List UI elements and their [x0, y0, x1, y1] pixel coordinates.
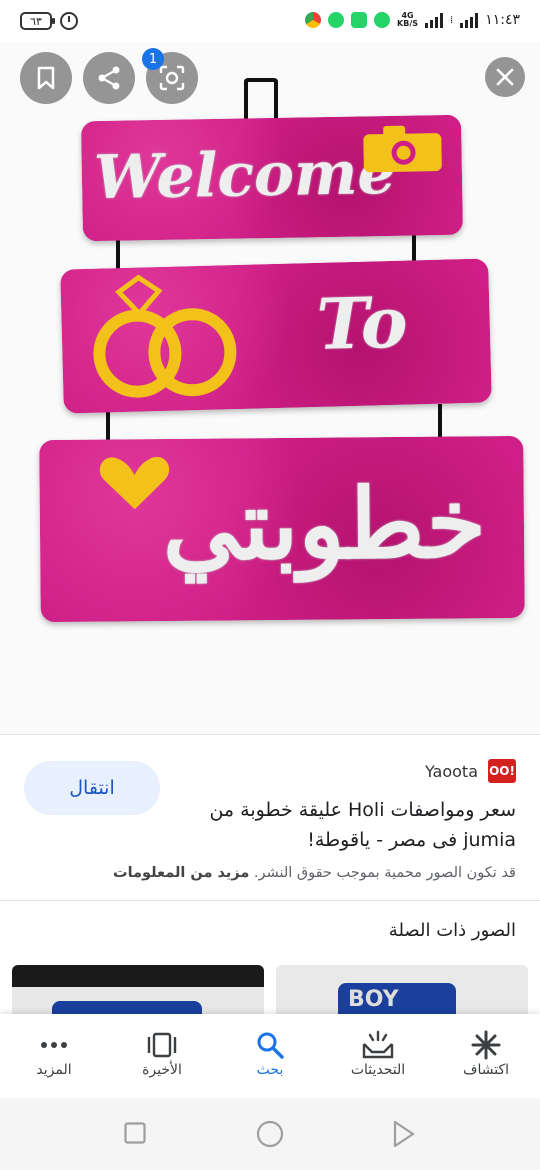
notification-badge: 1 — [142, 48, 164, 70]
nav-search[interactable]: بحث — [220, 1014, 320, 1098]
battery-level: ٦٣ — [30, 14, 42, 28]
clock: ١١:٤٣ — [485, 12, 520, 28]
engagement-board: خطوبتي — [39, 435, 525, 623]
discover-icon — [471, 1028, 501, 1062]
source-row[interactable]: Yaoota OO! — [425, 759, 516, 783]
share-button[interactable] — [83, 52, 135, 104]
share-icon — [98, 66, 120, 90]
network-speed: 4G KB/S — [397, 12, 418, 28]
copyright-text: قد تكون الصور محمية بموجب حقوق النشر. — [253, 865, 516, 881]
save-button[interactable] — [20, 52, 72, 104]
nav-more[interactable]: المزيد — [4, 1014, 104, 1098]
to-text: To — [315, 280, 409, 366]
heart-icon — [99, 457, 170, 510]
search-icon — [256, 1028, 284, 1062]
messages-icon — [351, 12, 368, 28]
recents-icon[interactable] — [124, 1122, 146, 1144]
back-icon[interactable] — [392, 1120, 416, 1148]
welcome-text: Welcome — [93, 137, 397, 214]
updates-icon — [362, 1028, 394, 1062]
close-button[interactable] — [485, 57, 525, 97]
to-board: To — [60, 258, 492, 414]
source-name: Yaoota — [424, 761, 478, 781]
close-icon — [496, 68, 514, 86]
result-title[interactable]: سعر ومواصفات Holi عليقة خطوبة من jumia ف… — [206, 795, 516, 855]
related-images-title: الصور ذات الصلة — [388, 920, 516, 941]
more-icon — [40, 1028, 68, 1062]
network-speed-unit: KB/S — [397, 19, 419, 28]
welcome-board: Welcome — [80, 114, 464, 242]
info-panel: Yaoota OO! انتقال سعر ومواصفات Holi عليق… — [0, 734, 540, 905]
chrome-icon — [305, 12, 322, 28]
recent-icon — [146, 1028, 178, 1062]
battery-icon: ٦٣ — [20, 12, 55, 30]
signal-icon — [425, 12, 444, 28]
signal-icon-2 — [460, 12, 479, 28]
status-bar: ٦٣ 4G KB/S ⁞ ١١:٤٣ — [0, 0, 540, 48]
nav-recent-label: الأخيرة — [142, 1062, 182, 1078]
whatsapp-icon — [328, 12, 345, 28]
bookmark-icon — [37, 66, 55, 90]
wifi-indicator-icon: ⁞ — [450, 14, 454, 26]
nav-updates-label: التحديثات — [350, 1062, 406, 1078]
nav-more-label: المزيد — [36, 1062, 72, 1078]
nav-discover-label: اكتشاف — [462, 1062, 510, 1078]
engagement-text: خطوبتي — [162, 466, 487, 583]
lens-icon — [159, 65, 185, 91]
copyright-note: قد تكون الصور محمية بموجب حقوق النشر. مز… — [16, 865, 516, 881]
nav-updates[interactable]: التحديثات — [328, 1014, 428, 1098]
source-logo: OO! — [488, 759, 516, 783]
home-icon[interactable] — [256, 1120, 284, 1148]
more-info-link[interactable]: مزيد من المعلومات — [113, 865, 249, 881]
divider — [0, 900, 540, 901]
bottom-navigation: المزيد الأخيرة بحث التحديثات اكتشاف — [0, 1014, 540, 1098]
rings-icon — [93, 274, 237, 398]
nav-discover[interactable]: اكتشاف — [436, 1014, 536, 1098]
nav-search-label: بحث — [256, 1062, 284, 1078]
image-preview[interactable]: Welcome To خطوبتي 1 — [0, 42, 540, 734]
whatsapp-business-icon — [374, 12, 391, 28]
alarm-icon — [60, 12, 78, 30]
visit-button[interactable]: انتقال — [24, 761, 160, 815]
nav-recent[interactable]: الأخيرة — [112, 1014, 212, 1098]
camera-icon — [363, 125, 442, 173]
system-navigation-bar — [0, 1098, 540, 1170]
